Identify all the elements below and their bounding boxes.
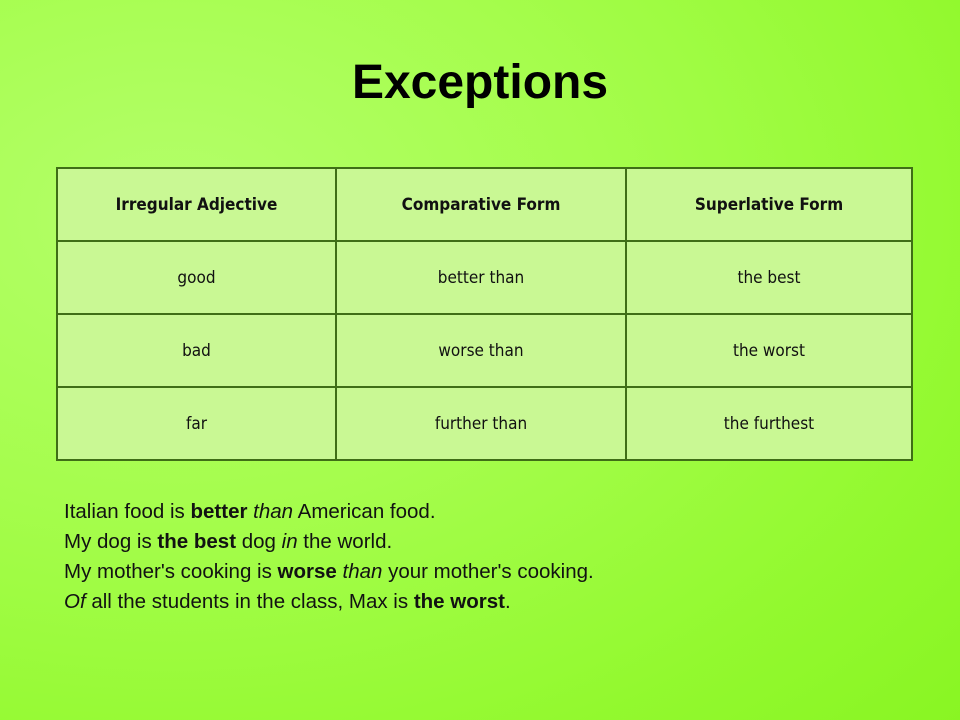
page-title: Exceptions bbox=[351, 56, 609, 109]
exceptions-table-container: Irregular Adjective Comparative Form Sup… bbox=[56, 167, 913, 461]
cell-comparative: further than bbox=[335, 386, 627, 461]
example-sentence: Of all the students in the class, Max is… bbox=[64, 590, 511, 613]
slide-canvas: Exceptions Irregular Adjective Comparati… bbox=[0, 0, 960, 720]
table-row: bad worse than the worst bbox=[56, 313, 913, 388]
cell-superlative: the worst bbox=[625, 313, 913, 388]
column-header-irregular-adjective: Irregular Adjective bbox=[56, 167, 337, 242]
example-sentences: Italian food is better than American foo… bbox=[64, 497, 904, 617]
column-header-comparative-form: Comparative Form bbox=[335, 167, 627, 242]
table-row: far further than the furthest bbox=[56, 386, 913, 461]
cell-superlative: the furthest bbox=[625, 386, 913, 461]
cell-comparative: better than bbox=[335, 240, 627, 315]
cell-adjective: bad bbox=[56, 313, 337, 388]
cell-adjective: far bbox=[56, 386, 337, 461]
column-header-superlative-form: Superlative Form bbox=[625, 167, 913, 242]
table-row: good better than the best bbox=[56, 240, 913, 315]
exceptions-table: Irregular Adjective Comparative Form Sup… bbox=[56, 167, 913, 461]
example-sentence: Italian food is better than American foo… bbox=[64, 500, 436, 523]
example-sentence: My mother's cooking is worse than your m… bbox=[64, 560, 594, 583]
cell-comparative: worse than bbox=[335, 313, 627, 388]
cell-superlative: the best bbox=[625, 240, 913, 315]
example-sentence: My dog is the best dog in the world. bbox=[64, 530, 393, 553]
table-header-row: Irregular Adjective Comparative Form Sup… bbox=[56, 167, 913, 242]
cell-adjective: good bbox=[56, 240, 337, 315]
